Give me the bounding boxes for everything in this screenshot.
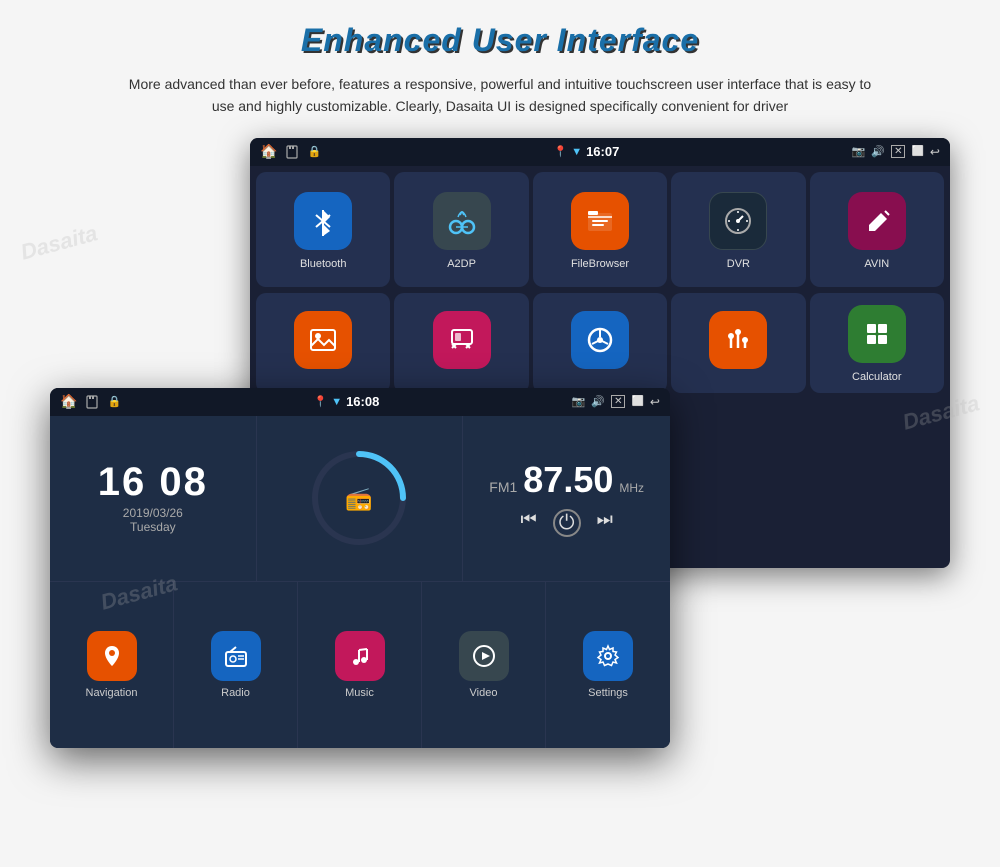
front-vol-icon: 🔊: [591, 395, 605, 408]
cam-icon: 📷: [852, 145, 866, 158]
back-screen-time: 16:07: [586, 144, 619, 159]
back-screen-status-bar: 🏠 🔒 📍 ▼ 16:07 📷 🔊 ✕ ⬜ ↩: [250, 138, 950, 166]
app-grid-row2: Calculator: [250, 293, 950, 399]
app-icon-filebrowser: [571, 192, 629, 250]
app-icon-a2dp: [433, 192, 491, 250]
sd-icon: [285, 145, 299, 159]
app-mirror[interactable]: [394, 293, 528, 393]
app-icon-calculator: [848, 305, 906, 363]
app-dvr[interactable]: DVR: [671, 172, 805, 287]
app-icon-settings: [583, 631, 633, 681]
clock-widget: 16 08 2019/03/26 Tuesday: [50, 416, 257, 581]
app-gallery[interactable]: [256, 293, 390, 393]
front-status-right: 📷 🔊 ✕ ⬜ ↩: [572, 395, 660, 409]
app-filebrowser[interactable]: FileBrowser: [533, 172, 667, 287]
app-grid-row1: Bluetooth A2DP: [250, 166, 950, 293]
app-avin[interactable]: AVIN: [810, 172, 944, 287]
fm-frequency: 87.50: [523, 459, 613, 501]
app-icon-mirror: [433, 311, 491, 369]
app-label-calculator: Calculator: [852, 371, 902, 383]
front-cam-icon: 📷: [572, 395, 586, 408]
home-app-music[interactable]: Music: [298, 582, 422, 748]
front-win-icon: ⬜: [631, 396, 643, 407]
fm-controls: ⏮ ⏻ ⏭: [520, 509, 612, 537]
fm-power-btn[interactable]: ⏻: [553, 509, 581, 537]
front-screen: 🏠 🔒 📍 ▼ 16:08 📷 🔊 ✕ ⬜ ↩: [50, 388, 670, 748]
front-status-center: 📍 ▼ 16:08: [313, 394, 379, 409]
home-bottom-section: Navigation Rad: [50, 582, 670, 748]
app-icon-music: [335, 631, 385, 681]
fm-prev-btn[interactable]: ⏮: [520, 509, 536, 537]
front-lock-icon: 🔒: [107, 395, 121, 408]
svg-text:📻: 📻: [346, 486, 373, 511]
box-icon: ✕: [891, 145, 905, 158]
back-icon[interactable]: ↩: [930, 145, 940, 159]
clock-time: 16 08: [98, 462, 208, 502]
fm-widget: FM1 87.50 MHz ⏮ ⏻ ⏭: [463, 416, 670, 581]
location-icon: 📍: [553, 145, 567, 158]
app-label-filebrowser: FileBrowser: [571, 258, 629, 270]
fm-unit: MHz: [619, 481, 644, 495]
screens-container: 🏠 🔒 📍 ▼ 16:07 📷 🔊 ✕ ⬜ ↩: [50, 138, 950, 758]
app-icon-dvr: [709, 192, 767, 250]
app-icon-avin: [848, 192, 906, 250]
app-a2dp[interactable]: A2DP: [394, 172, 528, 287]
fm-display: FM1 87.50 MHz: [489, 459, 644, 501]
win-icon: ⬜: [911, 146, 923, 157]
front-location-icon: 📍: [313, 395, 327, 408]
status-bar-left: 🏠 🔒: [260, 143, 321, 160]
app-eq[interactable]: [671, 293, 805, 393]
header-section: Enhanced User Interface More advanced th…: [0, 0, 1000, 128]
home-app-label-settings: Settings: [588, 687, 628, 699]
home-app-label-video: Video: [470, 687, 498, 699]
front-screen-status-bar: 🏠 🔒 📍 ▼ 16:08 📷 🔊 ✕ ⬜ ↩: [50, 388, 670, 416]
home-app-label-navigation: Navigation: [86, 687, 138, 699]
app-label-avin: AVIN: [864, 258, 889, 270]
subtitle-text: More advanced than ever before, features…: [120, 73, 880, 118]
clock-day: Tuesday: [130, 520, 176, 534]
home-app-settings[interactable]: Settings: [546, 582, 670, 748]
home-screen-content: 16 08 2019/03/26 Tuesday 📻: [50, 416, 670, 748]
status-bar-center: 📍 ▼ 16:07: [553, 144, 619, 159]
clock-date: 2019/03/26: [123, 506, 183, 520]
app-label-bluetooth: Bluetooth: [300, 258, 346, 270]
front-bt-icon: ▼: [331, 396, 342, 408]
lock-icon: 🔒: [307, 145, 321, 158]
home-app-radio[interactable]: Radio: [174, 582, 298, 748]
app-calculator[interactable]: Calculator: [810, 293, 944, 393]
front-box-icon: ✕: [611, 395, 625, 408]
app-icon-eq: [709, 311, 767, 369]
front-home-icon[interactable]: 🏠: [60, 393, 77, 410]
app-icon-gallery: [294, 311, 352, 369]
app-icon-navigation: [87, 631, 137, 681]
home-app-navigation[interactable]: Navigation: [50, 582, 174, 748]
front-status-left: 🏠 🔒: [60, 393, 121, 410]
dial-container: 📻: [309, 448, 409, 548]
app-icon-bluetooth: [294, 192, 352, 250]
home-icon[interactable]: 🏠: [260, 143, 277, 160]
front-screen-time: 16:08: [346, 394, 379, 409]
app-steering[interactable]: [533, 293, 667, 393]
home-app-label-radio: Radio: [221, 687, 250, 699]
fm-next-btn[interactable]: ⏭: [597, 509, 613, 537]
app-label-dvr: DVR: [727, 258, 750, 270]
app-label-a2dp: A2DP: [447, 258, 476, 270]
status-bar-right: 📷 🔊 ✕ ⬜ ↩: [852, 145, 940, 159]
app-icon-radio: [211, 631, 261, 681]
home-top-section: 16 08 2019/03/26 Tuesday 📻: [50, 416, 670, 582]
radio-dial-widget[interactable]: 📻: [257, 416, 464, 581]
dial-svg: 📻: [309, 448, 409, 548]
page-title: Enhanced User Interface: [50, 22, 950, 59]
app-icon-video: [459, 631, 509, 681]
bt-icon: ▼: [571, 146, 582, 158]
fm-band-label: FM1: [489, 479, 517, 495]
vol-icon: 🔊: [871, 145, 885, 158]
app-icon-steering: [571, 311, 629, 369]
home-app-video[interactable]: Video: [422, 582, 546, 748]
front-sd-icon: [85, 395, 99, 409]
home-app-label-music: Music: [345, 687, 374, 699]
front-back-icon[interactable]: ↩: [650, 395, 660, 409]
page-wrapper: Dasaita Dasaita Dasaita Enhanced User In…: [0, 0, 1000, 867]
app-bluetooth[interactable]: Bluetooth: [256, 172, 390, 287]
